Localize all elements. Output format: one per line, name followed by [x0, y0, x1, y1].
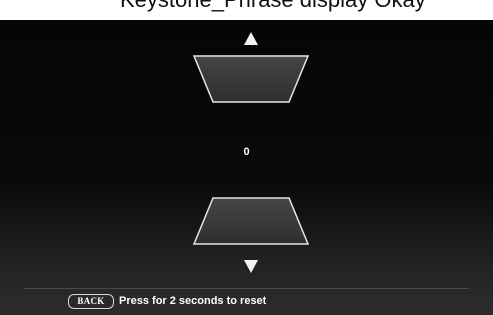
top-strip: Keystone_Phrase display Okay	[0, 0, 493, 20]
reset-hint: Press for 2 seconds to reset	[119, 295, 267, 307]
keystone-top-shape	[192, 55, 310, 103]
keystone-value: 0	[243, 146, 250, 158]
keystone-bottom-shape	[192, 197, 310, 245]
arrow-down-icon[interactable]	[244, 260, 258, 273]
footer-divider	[24, 288, 469, 289]
back-key-icon[interactable]: BACK	[68, 294, 114, 309]
cropped-header-text: Keystone_Phrase display Okay	[120, 0, 426, 13]
keystone-screen: 0 BACK Press for 2 seconds to reset	[0, 20, 493, 315]
arrow-up-icon[interactable]	[244, 32, 258, 45]
